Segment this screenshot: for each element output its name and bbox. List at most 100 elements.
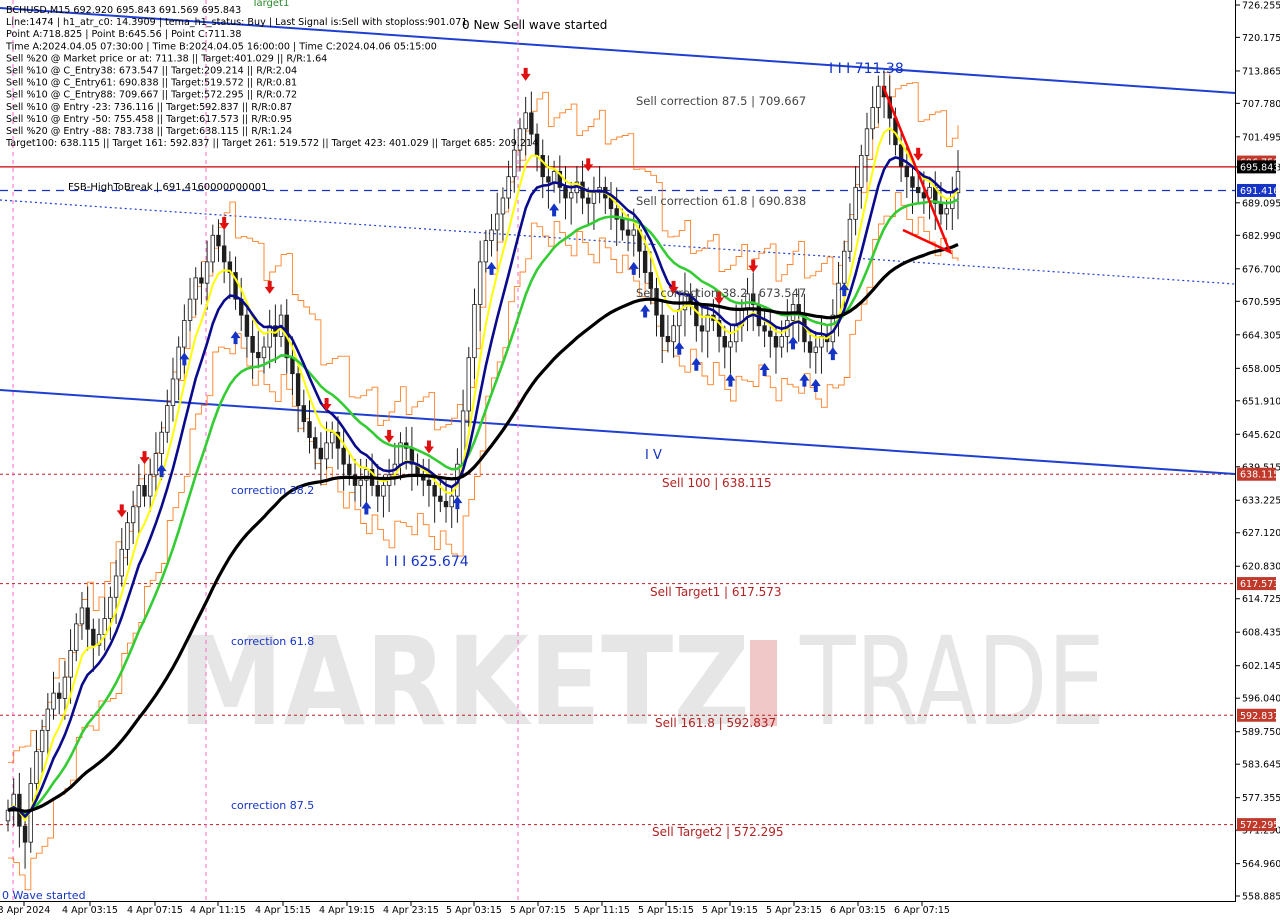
info-line: Sell %10 @ C_Entry88: 709.667 || Target:… [6,90,297,101]
y-tick-label: 664.305 [1242,330,1280,341]
candle-bull [779,336,784,348]
candle-bear [290,357,295,375]
point-c-label: I I I 711.38 [829,61,904,77]
y-tick-label: 720.175 [1242,33,1280,44]
info-panel: BCHUSD,M15 692.920 695.843 691.569 695.8… [5,5,538,149]
candle-bear [563,186,568,199]
candle-bull [267,325,272,348]
candle-bear [347,463,352,476]
candle-bull [148,474,153,497]
y-tick-label: 701.495 [1242,132,1280,143]
sell1618-label: Sell 161.8 | 592.837 [655,716,776,730]
candle-bull [159,431,164,454]
sell-arrow [139,451,150,465]
time-axis-ticks: 3 Apr 2024 4 Apr 03:15 4 Apr 07:15 4 Apr 11… [0,901,950,916]
candle-bull [472,304,477,359]
candle-bull [358,479,363,486]
candle-bear [301,405,307,422]
candle-bear [659,314,665,337]
y-tick-label: 627.120 [1242,528,1280,539]
candle-bear [620,218,625,231]
target1-label: Sell Target1 | 617.573 [650,585,782,599]
candle-bull [631,229,636,236]
info-line: BCHUSD,M15 692.920 695.843 691.569 695.8… [6,5,241,16]
candle-bull [483,240,489,263]
price-badge-fsb-label: 691.416 [1240,186,1279,197]
candle-bull [591,192,597,204]
buy-arrow [361,501,372,515]
candle-bear [722,336,727,348]
candle-bear [312,437,318,449]
y-tick-label: 577.355 [1242,793,1280,804]
y-tick-label: 620.830 [1242,562,1280,573]
info-line: Sell %10 @ C_Entry38: 673.547 || Target:… [6,66,297,77]
candle-bear [375,485,380,497]
top-target-label: Target1 [251,0,289,9]
candle-bull [176,346,181,380]
chart-area: MARKETZ TRADE 0 New Sell wave started Se… [0,0,1280,920]
candle-bear [699,325,705,332]
candle-bear [341,447,346,465]
y-tick-label: 676.700 [1242,264,1280,275]
x-tick-label: 4 Apr 19:15 [319,905,375,916]
candle-bull [79,607,85,625]
price-badge-current-label: 695.843 [1240,162,1279,173]
candle-bear [199,277,204,284]
candle-bull [261,346,267,359]
buy-arrow [628,261,639,275]
price-badge-sell100-label: 638.115 [1240,470,1279,481]
candle-bull [210,234,215,263]
candle-bull [51,692,56,710]
candle-bull [842,250,847,284]
y-tick-label: 689.095 [1242,198,1280,209]
candle-bull [108,596,113,619]
info-line: Sell %10 @ Entry -50: 755.458 || Target:… [6,114,292,125]
candle-bull [182,320,187,348]
candle-bear [85,607,90,630]
info-line: Target100: 638.115 || Target 161: 592.83… [5,138,538,149]
buy-arrow [827,347,838,361]
info-line: Sell %10 @ C_Entry61: 690.838 || Target:… [6,78,297,89]
candle-bear [256,351,261,359]
y-tick-label: 608.435 [1242,628,1280,639]
sell-arrow [264,280,275,294]
watermark-left: MARKETZ [178,611,750,753]
candle-bear [295,373,301,407]
info-line: Sell %10 @ Entry -23: 736.116 || Target:… [6,102,292,113]
candle-bull [39,729,45,753]
buy-arrow [810,379,821,393]
candle-bull [324,442,329,460]
sell-arrow [913,147,924,161]
candle-bull [523,112,528,130]
y-tick-label: 596.040 [1242,694,1280,705]
candle-bull [506,176,511,199]
x-tick-label: 4 Apr 23:15 [383,905,439,916]
candle-bull [136,485,142,508]
candle-bear [586,197,591,204]
sell100-label: Sell 100 | 638.115 [662,476,772,490]
x-tick-label: 5 Apr 03:15 [446,905,502,916]
candle-bear [529,112,534,135]
sell-arrow [116,504,127,518]
candle-bull [381,485,386,497]
y-tick-label: 726.255 [1242,1,1280,12]
candle-bull [165,405,170,433]
y-tick-label: 633.225 [1242,496,1280,507]
candle-bear [91,628,96,646]
candle-bull [671,325,676,343]
candle-bear [768,330,773,337]
x-tick-label: 5 Apr 15:15 [638,905,694,916]
candle-bear [898,144,904,167]
candle-bear [142,485,147,497]
candle-bull [5,809,11,822]
x-tick-label: 4 Apr 11:15 [190,905,246,916]
y-tick-label: 614.725 [1242,594,1280,605]
buy-arrow [486,261,497,275]
left-corr382-label: correction 38.2 [231,484,314,497]
sell-arrow [583,158,594,172]
candle-bear [915,186,921,194]
candle-bear [762,325,767,332]
candle-bull [125,522,130,550]
watermark: MARKETZ TRADE [178,611,1105,753]
candle-bull [813,346,818,353]
